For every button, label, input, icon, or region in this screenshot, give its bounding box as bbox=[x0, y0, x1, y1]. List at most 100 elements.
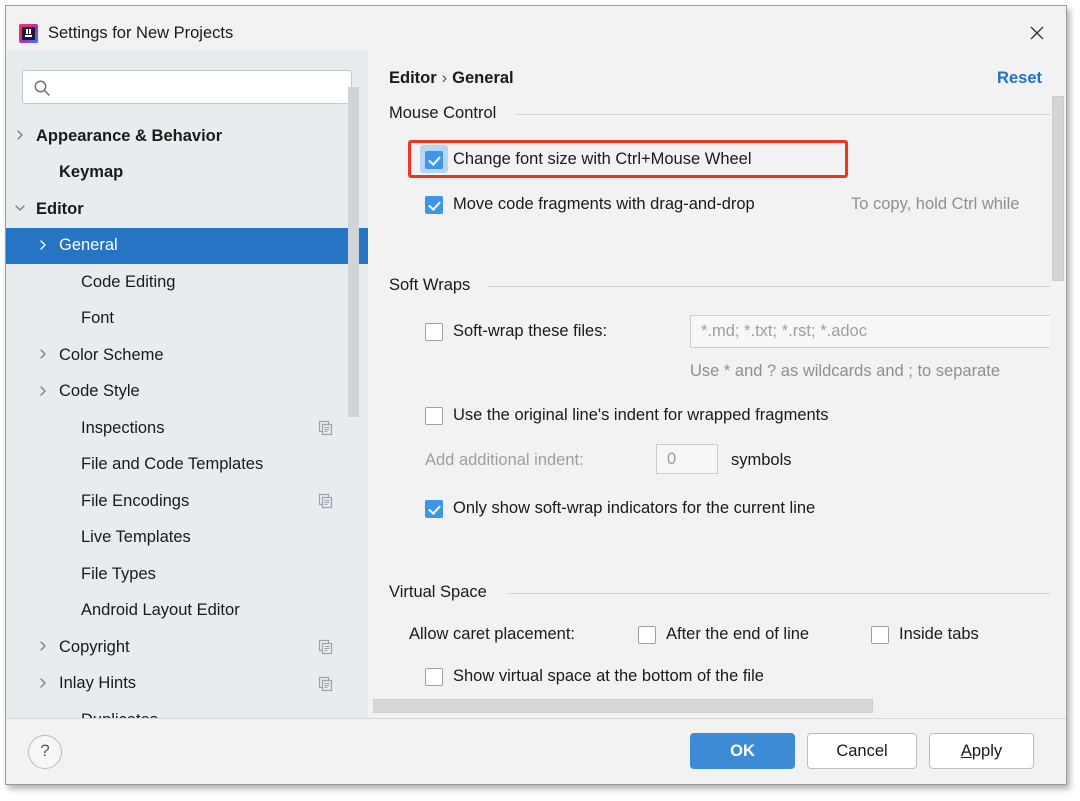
sidebar-item-label: Android Layout Editor bbox=[81, 601, 240, 620]
option-change-font-size-label: Change font size with Ctrl+Mouse Wheel bbox=[453, 150, 752, 169]
option-soft-wrap-files[interactable]: Soft-wrap these files: bbox=[425, 322, 607, 341]
sidebar-item-live-templates[interactable]: Live Templates bbox=[6, 520, 368, 557]
chevron-right-icon[interactable] bbox=[14, 129, 28, 143]
sidebar-item-label: Keymap bbox=[59, 163, 123, 182]
content-vertical-scrollbar-thumb[interactable] bbox=[1052, 96, 1064, 281]
sidebar-item-appearance-behavior[interactable]: Appearance & Behavior bbox=[6, 118, 368, 155]
intellij-idea-icon bbox=[19, 24, 38, 43]
settings-panel: Mouse Control Change font size with Ctrl… bbox=[368, 96, 1050, 696]
sidebar-item-editor[interactable]: Editor bbox=[6, 191, 368, 228]
sidebar-item-label: Font bbox=[81, 309, 114, 328]
sidebar-item-file-encodings[interactable]: File Encodings bbox=[6, 483, 368, 520]
sidebar-item-label: Appearance & Behavior bbox=[36, 127, 222, 146]
settings-sidebar: Appearance & Behavior Keymap Editor General… bbox=[6, 50, 368, 718]
search-box[interactable] bbox=[22, 70, 352, 104]
sidebar-item-inlay-hints[interactable]: Inlay Hints bbox=[6, 666, 368, 703]
sidebar-item-file-and-code-templates[interactable]: File and Code Templates bbox=[6, 447, 368, 484]
option-show-virtual-space[interactable]: Show virtual space at the bottom of the … bbox=[425, 667, 764, 686]
option-move-code-fragments[interactable]: Move code fragments with drag-and-drop bbox=[425, 195, 755, 214]
sidebar-item-label: Inlay Hints bbox=[59, 674, 136, 693]
option-only-show-indicators[interactable]: Only show soft-wrap indicators for the c… bbox=[425, 499, 815, 518]
sidebar-scrollbar[interactable] bbox=[348, 50, 359, 718]
sidebar-item-label: Copyright bbox=[59, 638, 130, 657]
reset-link[interactable]: Reset bbox=[997, 69, 1042, 88]
chevron-right-icon[interactable] bbox=[37, 239, 51, 253]
sidebar-scrollbar-thumb[interactable] bbox=[348, 87, 359, 417]
sidebar-item-inspections[interactable]: Inspections bbox=[6, 410, 368, 447]
ok-button[interactable]: OK bbox=[690, 733, 795, 769]
option-original-indent[interactable]: Use the original line's indent for wrapp… bbox=[425, 406, 829, 425]
content-horizontal-scrollbar-thumb[interactable] bbox=[373, 699, 873, 713]
copy-settings-icon[interactable] bbox=[318, 493, 334, 509]
checkbox-original-indent[interactable] bbox=[425, 407, 443, 425]
checkbox-change-font-size[interactable] bbox=[425, 151, 443, 169]
apply-mnemonic: A bbox=[961, 742, 972, 760]
chevron-right-icon[interactable] bbox=[37, 348, 51, 362]
sidebar-item-copyright[interactable]: Copyright bbox=[6, 629, 368, 666]
sidebar-item-color-scheme[interactable]: Color Scheme bbox=[6, 337, 368, 374]
dialog-footer: ? OK Cancel Apply bbox=[6, 718, 1066, 784]
sidebar-item-label: Code Style bbox=[59, 382, 140, 401]
sidebar-item-general[interactable]: General bbox=[6, 228, 368, 265]
sidebar-item-label: File Encodings bbox=[81, 492, 189, 511]
chevron-right-icon[interactable] bbox=[37, 640, 51, 654]
checkbox-show-virtual-space[interactable] bbox=[425, 668, 443, 686]
group-divider-soft-wraps bbox=[488, 286, 1050, 287]
chevron-down-icon[interactable] bbox=[14, 202, 28, 216]
apply-button[interactable]: Apply bbox=[929, 733, 1034, 769]
wildcards-hint: Use * and ? as wildcards and ; to separa… bbox=[690, 362, 1000, 381]
help-button[interactable]: ? bbox=[28, 735, 62, 769]
sidebar-item-label: Code Editing bbox=[81, 273, 175, 292]
sidebar-item-label: General bbox=[59, 236, 118, 255]
search-icon bbox=[33, 79, 51, 97]
option-change-font-size[interactable]: Change font size with Ctrl+Mouse Wheel bbox=[425, 150, 752, 169]
checkbox-soft-wrap-files[interactable] bbox=[425, 323, 443, 341]
soft-wrap-files-input[interactable] bbox=[690, 315, 1050, 348]
option-move-code-fragments-label: Move code fragments with drag-and-drop bbox=[453, 195, 755, 214]
sidebar-item-font[interactable]: Font bbox=[6, 301, 368, 338]
settings-dialog-screenshot: Settings for New Projects Appearance & B… bbox=[0, 0, 1080, 801]
group-divider-mouse-control bbox=[516, 114, 1050, 115]
settings-tree[interactable]: Appearance & Behavior Keymap Editor General… bbox=[6, 118, 368, 718]
group-divider-virtual-space bbox=[508, 593, 1050, 594]
option-after-end-of-line[interactable]: After the end of line bbox=[638, 625, 809, 644]
sidebar-item-android-layout-editor[interactable]: Android Layout Editor bbox=[6, 593, 368, 630]
checkbox-only-show-indicators[interactable] bbox=[425, 500, 443, 518]
checkbox-inside-tabs[interactable] bbox=[871, 626, 889, 644]
sidebar-item-duplicates[interactable]: Duplicates bbox=[6, 702, 368, 718]
additional-indent-label: Add additional indent: bbox=[425, 451, 584, 470]
move-code-fragments-hint: To copy, hold Ctrl while bbox=[851, 195, 1019, 214]
close-icon[interactable] bbox=[1022, 19, 1052, 47]
copy-settings-icon[interactable] bbox=[318, 639, 334, 655]
copy-settings-icon[interactable] bbox=[318, 420, 334, 436]
option-only-show-indicators-label: Only show soft-wrap indicators for the c… bbox=[453, 499, 815, 518]
symbols-label: symbols bbox=[731, 451, 792, 470]
title-bar: Settings for New Projects bbox=[6, 6, 1066, 50]
chevron-right-icon[interactable] bbox=[37, 385, 51, 399]
sidebar-item-code-style[interactable]: Code Style bbox=[6, 374, 368, 411]
window-title: Settings for New Projects bbox=[48, 24, 233, 43]
checkbox-after-end-of-line[interactable] bbox=[638, 626, 656, 644]
breadcrumb-root[interactable]: Editor bbox=[389, 69, 437, 87]
sidebar-item-label: Inspections bbox=[81, 419, 164, 438]
sidebar-item-label: Live Templates bbox=[81, 528, 191, 547]
sidebar-item-code-editing[interactable]: Code Editing bbox=[6, 264, 368, 301]
content-horizontal-scrollbar[interactable] bbox=[368, 696, 1050, 718]
sidebar-item-label: File Types bbox=[81, 565, 156, 584]
cancel-button[interactable]: Cancel bbox=[807, 733, 917, 769]
search-input[interactable] bbox=[57, 71, 349, 105]
chevron-right-icon[interactable] bbox=[37, 677, 51, 691]
option-inside-tabs[interactable]: Inside tabs bbox=[871, 625, 979, 644]
checkbox-move-code-fragments[interactable] bbox=[425, 196, 443, 214]
additional-indent-input[interactable] bbox=[656, 444, 718, 474]
content-vertical-scrollbar[interactable] bbox=[1050, 96, 1066, 696]
sidebar-item-label: Editor bbox=[36, 200, 84, 219]
group-title-mouse-control: Mouse Control bbox=[389, 104, 506, 123]
breadcrumb: Editor›General bbox=[389, 69, 514, 88]
sidebar-item-keymap[interactable]: Keymap bbox=[6, 155, 368, 192]
allow-caret-placement-label: Allow caret placement: bbox=[409, 625, 575, 644]
sidebar-item-file-types[interactable]: File Types bbox=[6, 556, 368, 593]
copy-settings-icon[interactable] bbox=[318, 676, 334, 692]
option-after-end-of-line-label: After the end of line bbox=[666, 625, 809, 644]
sidebar-item-label: File and Code Templates bbox=[81, 455, 263, 474]
